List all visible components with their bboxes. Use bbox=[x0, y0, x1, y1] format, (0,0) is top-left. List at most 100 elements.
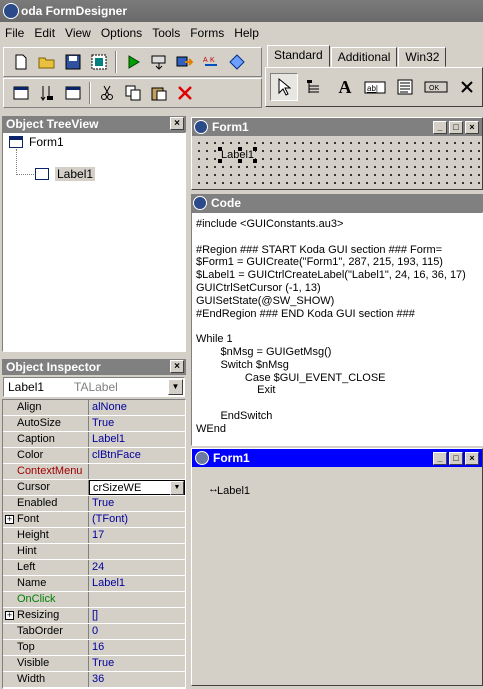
menu-help[interactable]: Help bbox=[229, 26, 264, 40]
object-selector[interactable]: Label1 TALabel ▼ bbox=[3, 377, 185, 397]
resize-handle[interactable] bbox=[253, 147, 258, 151]
diamond-icon[interactable] bbox=[224, 50, 250, 74]
window-icon[interactable] bbox=[8, 81, 34, 105]
menu-forms[interactable]: Forms bbox=[185, 26, 229, 40]
tree-node-label1[interactable]: Label1 bbox=[35, 167, 96, 181]
window2-icon[interactable] bbox=[60, 81, 86, 105]
maximize-button[interactable]: □ bbox=[449, 451, 463, 465]
tab-order-icon[interactable] bbox=[34, 81, 60, 105]
form1-design-canvas[interactable]: Label1 bbox=[192, 136, 482, 189]
designer-label1[interactable]: Label1 bbox=[218, 147, 258, 163]
property-row-onclick[interactable]: OnClick bbox=[3, 592, 185, 608]
property-value[interactable]: alNone bbox=[89, 400, 185, 415]
close-button[interactable]: × bbox=[465, 451, 479, 465]
property-value[interactable] bbox=[89, 464, 185, 479]
edit-tool-icon[interactable] bbox=[390, 75, 420, 99]
property-value[interactable]: True bbox=[89, 496, 185, 511]
cut-icon[interactable] bbox=[94, 81, 120, 105]
property-value[interactable]: 24 bbox=[89, 560, 185, 575]
menu-options[interactable]: Options bbox=[96, 26, 147, 40]
property-value[interactable]: 36 bbox=[89, 672, 185, 687]
delete-icon[interactable] bbox=[172, 81, 198, 105]
button-tool-icon[interactable]: OK bbox=[420, 75, 452, 99]
property-row-resizing[interactable]: + Resizing[] bbox=[3, 608, 185, 624]
property-row-visible[interactable]: Visible True bbox=[3, 656, 185, 672]
code-line: EndSwitch bbox=[196, 409, 273, 422]
property-row-cursor[interactable]: Cursor crSizeWE ▼ bbox=[3, 480, 185, 496]
property-row-contextmenu[interactable]: ContextMenu bbox=[3, 464, 185, 480]
property-value[interactable]: Label1 bbox=[89, 576, 185, 591]
menu-view[interactable]: View bbox=[60, 26, 96, 40]
chevron-down-icon[interactable]: ▼ bbox=[168, 379, 183, 395]
form1-preview-titlebar[interactable]: Form1 _ □ × bbox=[192, 449, 482, 467]
compile-icon[interactable] bbox=[146, 50, 172, 74]
input-tool-icon[interactable]: ab| bbox=[360, 75, 390, 99]
run-icon[interactable] bbox=[120, 50, 146, 74]
expand-icon[interactable]: + bbox=[5, 611, 14, 620]
tree-node-form1[interactable]: Form1 bbox=[9, 135, 64, 149]
label-tool-icon[interactable]: A bbox=[330, 75, 360, 99]
new-file-icon[interactable] bbox=[8, 50, 34, 74]
property-value[interactable]: 17 bbox=[89, 528, 185, 543]
property-value[interactable] bbox=[89, 544, 185, 559]
property-name: Name bbox=[3, 576, 89, 591]
property-row-color[interactable]: Color clBtnFace bbox=[3, 448, 185, 464]
property-row-align[interactable]: Align alNone bbox=[3, 400, 185, 416]
maximize-button[interactable]: □ bbox=[449, 120, 463, 134]
close-button[interactable]: × bbox=[465, 120, 479, 134]
treeview-close-button[interactable]: × bbox=[170, 117, 184, 130]
menu-tools[interactable]: Tools bbox=[147, 26, 185, 40]
resize-handle[interactable] bbox=[218, 147, 222, 151]
property-row-top[interactable]: Top 16 bbox=[3, 640, 185, 656]
property-value[interactable]: crSizeWE ▼ bbox=[89, 480, 185, 495]
form1-designer-titlebar[interactable]: Form1 _ □ × bbox=[192, 118, 482, 136]
property-value[interactable]: 16 bbox=[89, 640, 185, 655]
property-value[interactable]: clBtnFace bbox=[89, 448, 185, 463]
property-value[interactable]: True bbox=[89, 416, 185, 431]
property-row-autosize[interactable]: AutoSize True bbox=[3, 416, 185, 432]
tab-additional[interactable]: Additional bbox=[330, 47, 398, 67]
property-value-text: crSizeWE bbox=[93, 482, 142, 494]
property-value[interactable] bbox=[89, 592, 185, 607]
resize-handle[interactable] bbox=[237, 147, 242, 151]
property-value[interactable]: [] bbox=[89, 608, 185, 623]
chevron-down-icon[interactable]: ▼ bbox=[170, 481, 184, 495]
code-titlebar[interactable]: Code bbox=[191, 194, 483, 212]
pointer-icon[interactable] bbox=[270, 73, 298, 101]
inspector-close-button[interactable]: × bbox=[170, 360, 184, 373]
menu-file[interactable]: File bbox=[0, 26, 29, 40]
property-value-text: (TFont) bbox=[92, 513, 129, 525]
minimize-button[interactable]: _ bbox=[433, 120, 447, 134]
property-value[interactable]: (TFont) bbox=[89, 512, 185, 527]
app-titlebar[interactable]: oda FormDesigner bbox=[0, 0, 483, 22]
property-value[interactable]: 0 bbox=[89, 624, 185, 639]
property-row-name[interactable]: Name Label1 bbox=[3, 576, 185, 592]
export-icon[interactable] bbox=[172, 50, 198, 74]
close-tool-icon[interactable] bbox=[452, 75, 482, 99]
copy-icon[interactable] bbox=[120, 81, 146, 105]
property-row-left[interactable]: Left 24 bbox=[3, 560, 185, 576]
save-icon[interactable] bbox=[60, 50, 86, 74]
minimize-button[interactable]: _ bbox=[433, 451, 447, 465]
property-value[interactable]: True bbox=[89, 656, 185, 671]
open-folder-icon[interactable] bbox=[34, 50, 60, 74]
paste-icon[interactable] bbox=[146, 81, 172, 105]
resize-handle[interactable] bbox=[218, 159, 222, 163]
property-row-enabled[interactable]: Enabled True bbox=[3, 496, 185, 512]
menu-tool-icon[interactable] bbox=[300, 75, 330, 99]
resize-handle[interactable] bbox=[253, 159, 258, 163]
menu-edit[interactable]: Edit bbox=[29, 26, 60, 40]
property-row-taborder[interactable]: TabOrder 0 bbox=[3, 624, 185, 640]
tab-win32[interactable]: Win32 bbox=[398, 47, 447, 67]
property-row-hint[interactable]: Hint bbox=[3, 544, 185, 560]
tab-standard[interactable]: Standard bbox=[267, 45, 330, 67]
property-row-caption[interactable]: Caption Label1 bbox=[3, 432, 185, 448]
spell-icon[interactable]: AK bbox=[198, 50, 224, 74]
property-row-height[interactable]: Height 17 bbox=[3, 528, 185, 544]
expand-icon[interactable]: + bbox=[5, 515, 14, 524]
property-value[interactable]: Label1 bbox=[89, 432, 185, 447]
code-editor[interactable]: #include <GUIConstants.au3> #Region ### S… bbox=[191, 212, 483, 446]
property-row-font[interactable]: + Font (TFont) bbox=[3, 512, 185, 528]
resize-handle[interactable] bbox=[237, 159, 242, 163]
form-icon[interactable] bbox=[86, 50, 112, 74]
